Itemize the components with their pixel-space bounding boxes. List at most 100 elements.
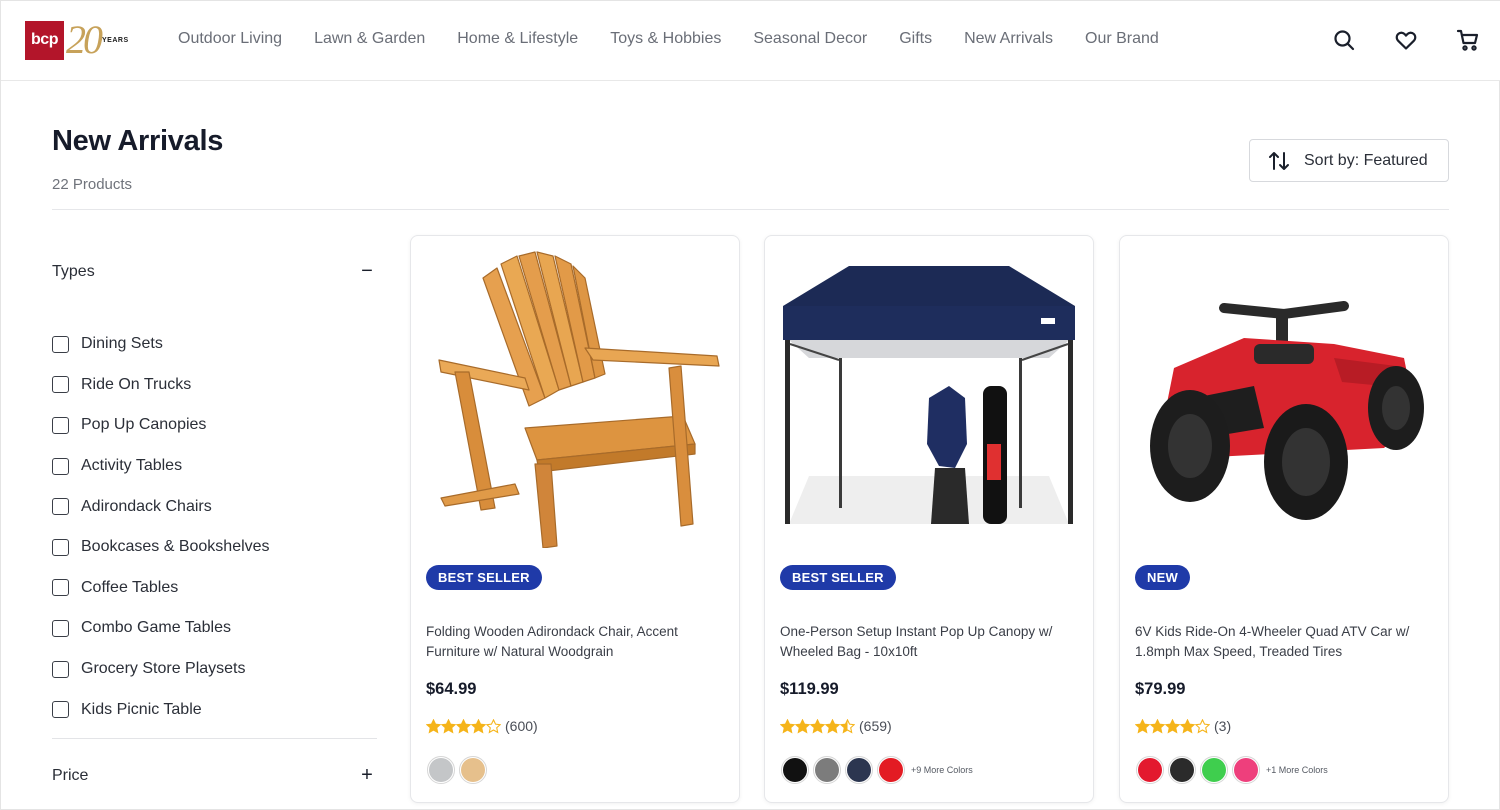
color-swatch[interactable] bbox=[1136, 756, 1164, 784]
collapse-icon[interactable]: − bbox=[357, 260, 377, 283]
star-icon bbox=[840, 718, 855, 733]
sort-label: Sort by: Featured bbox=[1304, 151, 1428, 169]
best-seller-badge: BEST SELLER bbox=[780, 565, 896, 590]
filter-label: Adirondack Chairs bbox=[81, 497, 212, 515]
color-swatches: +9 More Colors bbox=[781, 756, 973, 784]
color-swatch[interactable] bbox=[813, 756, 841, 784]
more-colors-link[interactable]: +1 More Colors bbox=[1266, 765, 1328, 775]
filter-grocery-store-playsets[interactable]: Grocery Store Playsets bbox=[52, 649, 382, 690]
star-icon bbox=[471, 718, 486, 733]
product-name[interactable]: One-Person Setup Instant Pop Up Canopy w… bbox=[780, 622, 1080, 662]
swatch-color bbox=[783, 758, 807, 782]
swatch-color bbox=[1138, 758, 1162, 782]
swatch-color bbox=[429, 758, 453, 782]
filter-label: Activity Tables bbox=[81, 457, 183, 475]
nav-toys-hobbies[interactable]: Toys & Hobbies bbox=[610, 29, 721, 49]
color-swatch[interactable] bbox=[1232, 756, 1260, 784]
checkbox[interactable] bbox=[52, 335, 69, 353]
nav-our-brand[interactable]: Our Brand bbox=[1085, 29, 1159, 49]
product-image-kids-atv[interactable] bbox=[1134, 248, 1434, 548]
filter-adirondack-chairs[interactable]: Adirondack Chairs bbox=[52, 486, 382, 527]
checkbox[interactable] bbox=[52, 538, 69, 556]
best-seller-badge: BEST SELLER bbox=[426, 565, 542, 590]
main-nav: Outdoor Living Lawn & Garden Home & Life… bbox=[178, 29, 1191, 49]
star-icon bbox=[456, 718, 471, 733]
nav-outdoor-living[interactable]: Outdoor Living bbox=[178, 29, 282, 49]
filter-dining-sets[interactable]: Dining Sets bbox=[52, 324, 382, 365]
swatch-color bbox=[879, 758, 903, 782]
product-image-adirondack-chair[interactable] bbox=[425, 248, 725, 548]
color-swatch[interactable] bbox=[459, 756, 487, 784]
product-rating[interactable]: (659) bbox=[780, 718, 892, 734]
logo-years-text: YEARS bbox=[102, 36, 129, 44]
search-icon[interactable] bbox=[1331, 27, 1357, 53]
star-icon bbox=[795, 718, 810, 733]
star-icon bbox=[441, 718, 456, 733]
brand-logo[interactable]: bcp 20 YEARS bbox=[25, 20, 129, 60]
nav-home-lifestyle[interactable]: Home & Lifestyle bbox=[457, 29, 578, 49]
rating-count: (600) bbox=[505, 718, 538, 734]
new-badge: NEW bbox=[1135, 565, 1190, 590]
sort-dropdown[interactable]: Sort by: Featured bbox=[1249, 139, 1449, 182]
nav-gifts[interactable]: Gifts bbox=[899, 29, 932, 49]
nav-lawn-garden[interactable]: Lawn & Garden bbox=[314, 29, 425, 49]
expand-icon[interactable]: + bbox=[357, 764, 377, 787]
color-swatch[interactable] bbox=[427, 756, 455, 784]
checkbox[interactable] bbox=[52, 579, 69, 597]
filter-label: Dining Sets bbox=[81, 335, 163, 353]
header-divider bbox=[52, 209, 1449, 210]
filter-kids-picnic-table[interactable]: Kids Picnic Table bbox=[52, 689, 382, 730]
product-count: 22 Products bbox=[52, 176, 133, 193]
product-rating[interactable]: (3) bbox=[1135, 718, 1231, 734]
filter-pop-up-canopies[interactable]: Pop Up Canopies bbox=[52, 405, 382, 446]
color-swatch[interactable] bbox=[877, 756, 905, 784]
filter-combo-game-tables[interactable]: Combo Game Tables bbox=[52, 608, 382, 649]
filter-label: Bookcases & Bookshelves bbox=[81, 538, 270, 556]
checkbox[interactable] bbox=[52, 498, 69, 516]
filter-bookcases[interactable]: Bookcases & Bookshelves bbox=[52, 527, 382, 568]
color-swatch[interactable] bbox=[1168, 756, 1196, 784]
heart-icon[interactable] bbox=[1393, 27, 1419, 53]
color-swatch[interactable] bbox=[781, 756, 809, 784]
color-swatches: +1 More Colors bbox=[1136, 756, 1328, 784]
header-actions bbox=[1295, 27, 1481, 53]
checkbox[interactable] bbox=[52, 660, 69, 678]
product-card[interactable]: BEST SELLER One-Person Setup Instant Pop… bbox=[764, 235, 1094, 803]
product-image-pop-up-canopy[interactable] bbox=[779, 248, 1079, 548]
product-card[interactable]: BEST SELLER Folding Wooden Adirondack Ch… bbox=[410, 235, 740, 803]
checkbox[interactable] bbox=[52, 416, 69, 434]
product-rating[interactable]: (600) bbox=[426, 718, 538, 734]
checkbox[interactable] bbox=[52, 619, 69, 637]
star-icon bbox=[426, 718, 441, 733]
product-name[interactable]: Folding Wooden Adirondack Chair, Accent … bbox=[426, 622, 726, 662]
checkbox[interactable] bbox=[52, 701, 69, 719]
nav-new-arrivals[interactable]: New Arrivals bbox=[964, 29, 1053, 49]
product-name[interactable]: 6V Kids Ride-On 4-Wheeler Quad ATV Car w… bbox=[1135, 622, 1435, 662]
filter-price-header[interactable]: Price + bbox=[52, 764, 377, 787]
product-card[interactable]: NEW 6V Kids Ride-On 4-Wheeler Quad ATV C… bbox=[1119, 235, 1449, 803]
filter-types-header[interactable]: Types − bbox=[52, 260, 377, 283]
color-swatch[interactable] bbox=[845, 756, 873, 784]
more-colors-link[interactable]: +9 More Colors bbox=[911, 765, 973, 775]
swatch-color bbox=[815, 758, 839, 782]
swatch-color bbox=[847, 758, 871, 782]
color-swatch[interactable] bbox=[1200, 756, 1228, 784]
filter-label: Ride On Trucks bbox=[81, 375, 192, 393]
sidebar-divider bbox=[52, 738, 377, 739]
product-price: $79.99 bbox=[1135, 680, 1186, 698]
checkbox[interactable] bbox=[52, 376, 69, 394]
types-filter-list: Dining Sets Ride On Trucks Pop Up Canopi… bbox=[52, 324, 382, 730]
rating-count: (659) bbox=[859, 718, 892, 734]
checkbox[interactable] bbox=[52, 457, 69, 475]
nav-seasonal-decor[interactable]: Seasonal Decor bbox=[753, 29, 867, 49]
star-icon bbox=[780, 718, 795, 733]
star-icon bbox=[1150, 718, 1165, 733]
filter-activity-tables[interactable]: Activity Tables bbox=[52, 446, 382, 487]
star-icon bbox=[1180, 718, 1195, 733]
filter-ride-on-trucks[interactable]: Ride On Trucks bbox=[52, 365, 382, 406]
filter-types-title: Types bbox=[52, 262, 95, 280]
product-price: $64.99 bbox=[426, 680, 477, 698]
filter-coffee-tables[interactable]: Coffee Tables bbox=[52, 568, 382, 609]
filter-label: Pop Up Canopies bbox=[81, 416, 207, 434]
cart-icon[interactable] bbox=[1455, 27, 1481, 53]
